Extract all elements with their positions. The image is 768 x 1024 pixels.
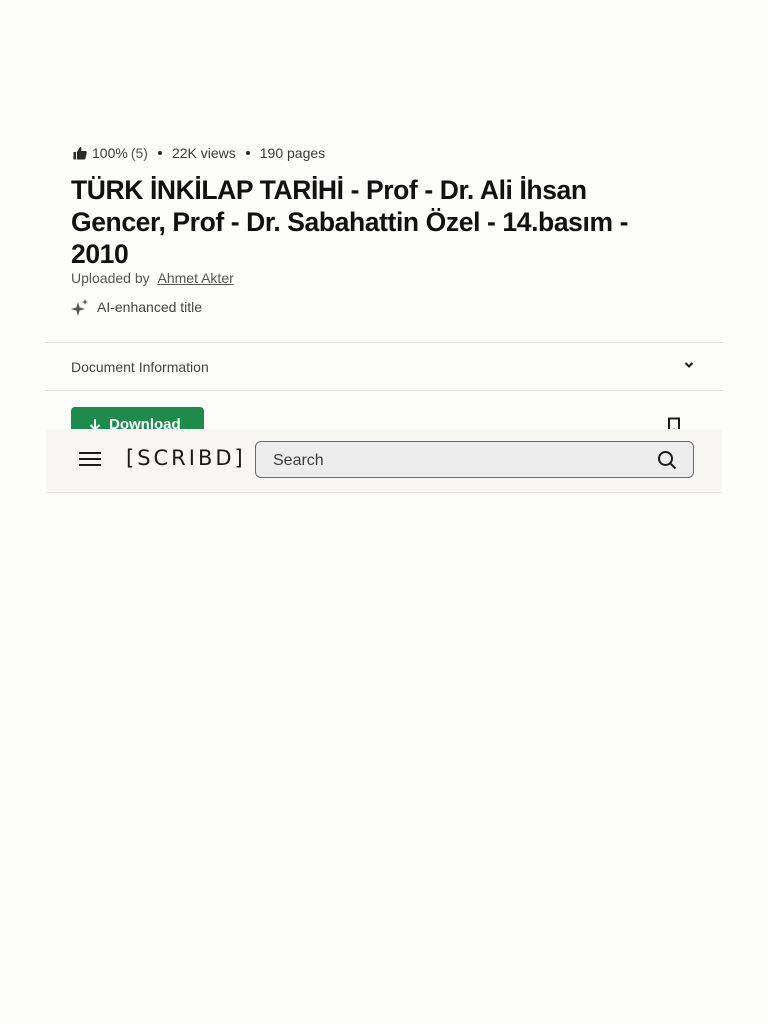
views-count: 22K views: [171, 145, 236, 161]
rating-count: (5): [130, 145, 148, 161]
search-box: [255, 441, 694, 479]
separator-dot: [157, 151, 162, 155]
chevron-down-icon: [684, 362, 694, 368]
uploaded-by: Uploaded by Ahmet Akter: [71, 270, 234, 286]
search-input[interactable]: [271, 442, 645, 479]
scribd-logo[interactable]: [SCRIBD]: [126, 446, 246, 470]
bookmark-button[interactable]: [667, 417, 681, 429]
sparkle-icon: [71, 299, 88, 316]
ai-enhanced-label: AI-enhanced title: [97, 299, 203, 315]
hamburger-menu-icon[interactable]: [79, 452, 103, 470]
document-title: TÜRK İNKİLAP TARİHİ - Prof - Dr. Ali İhs…: [71, 175, 629, 269]
bookmark-icon: [668, 417, 680, 429]
document-information-label: Document Information: [71, 358, 209, 375]
download-button[interactable]: Download: [71, 407, 204, 429]
page-count: 190 pages: [259, 145, 326, 161]
rating-percent: 100%: [92, 145, 128, 161]
download-arrow-icon: [89, 418, 101, 429]
top-header: [SCRIBD]: [46, 429, 722, 493]
divider: [46, 390, 722, 391]
thumbs-up-icon: [72, 145, 88, 161]
separator-dot: [245, 151, 250, 155]
uploaded-by-label: Uploaded by: [71, 270, 150, 286]
search-icon[interactable]: [657, 450, 677, 470]
document-information-toggle[interactable]: Document Information: [46, 343, 722, 390]
page: 100% (5) 22K views 190 pages TÜRK İNKİLA…: [0, 0, 768, 1024]
uploader-link[interactable]: Ahmet Akter: [158, 270, 234, 286]
document-stats: 100% (5) 22K views 190 pages: [72, 145, 325, 161]
download-label: Download: [109, 416, 181, 429]
ai-enhanced-note: AI-enhanced title: [71, 298, 202, 316]
